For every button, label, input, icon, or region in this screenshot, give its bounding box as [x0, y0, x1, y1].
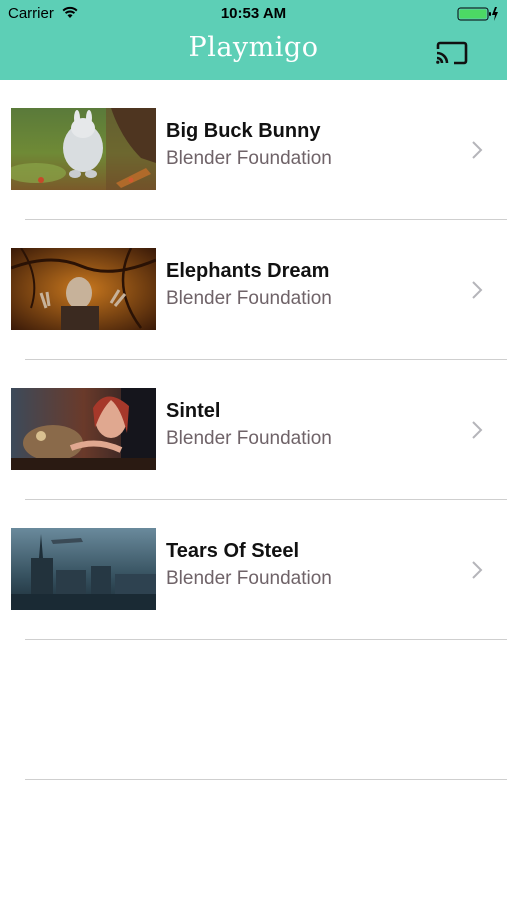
- battery-icon: [457, 7, 498, 21]
- video-title: Sintel: [166, 400, 221, 422]
- status-time: 10:53 AM: [220, 5, 287, 22]
- video-thumbnail: [11, 388, 156, 470]
- chevron-right-icon: [472, 141, 483, 159]
- video-subtitle: Blender Foundation: [166, 288, 332, 309]
- video-title: Elephants Dream: [166, 260, 330, 282]
- video-row-big-buck-bunny[interactable]: Big Buck Bunny Blender Foundation: [0, 80, 507, 220]
- chevron-right-icon: [472, 421, 483, 439]
- video-thumbnail: [11, 248, 156, 330]
- chevron-right-icon: [472, 281, 483, 299]
- row-separator: [25, 779, 507, 780]
- empty-list-row: [0, 640, 507, 780]
- navigation-bar: Carrier 10:53 AM Playmigo: [0, 0, 507, 80]
- video-subtitle: Blender Foundation: [166, 148, 332, 169]
- video-title: Big Buck Bunny: [166, 120, 321, 142]
- video-thumbnail: [11, 528, 156, 610]
- video-subtitle: Blender Foundation: [166, 428, 332, 449]
- chevron-right-icon: [472, 561, 483, 579]
- video-title: Tears Of Steel: [166, 540, 300, 562]
- cast-icon[interactable]: [434, 38, 468, 66]
- video-row-elephants-dream[interactable]: Elephants Dream Blender Foundation: [0, 220, 507, 360]
- video-list: Big Buck Bunny Blender Foundation Elepha…: [0, 80, 507, 780]
- video-row-sintel[interactable]: Sintel Blender Foundation: [0, 360, 507, 500]
- app-title: Playmigo: [188, 32, 319, 63]
- status-bar: Carrier 10:53 AM: [0, 0, 507, 28]
- video-subtitle: Blender Foundation: [166, 568, 332, 589]
- video-thumbnail: [11, 108, 156, 190]
- video-row-tears-of-steel[interactable]: Tears Of Steel Blender Foundation: [0, 500, 507, 640]
